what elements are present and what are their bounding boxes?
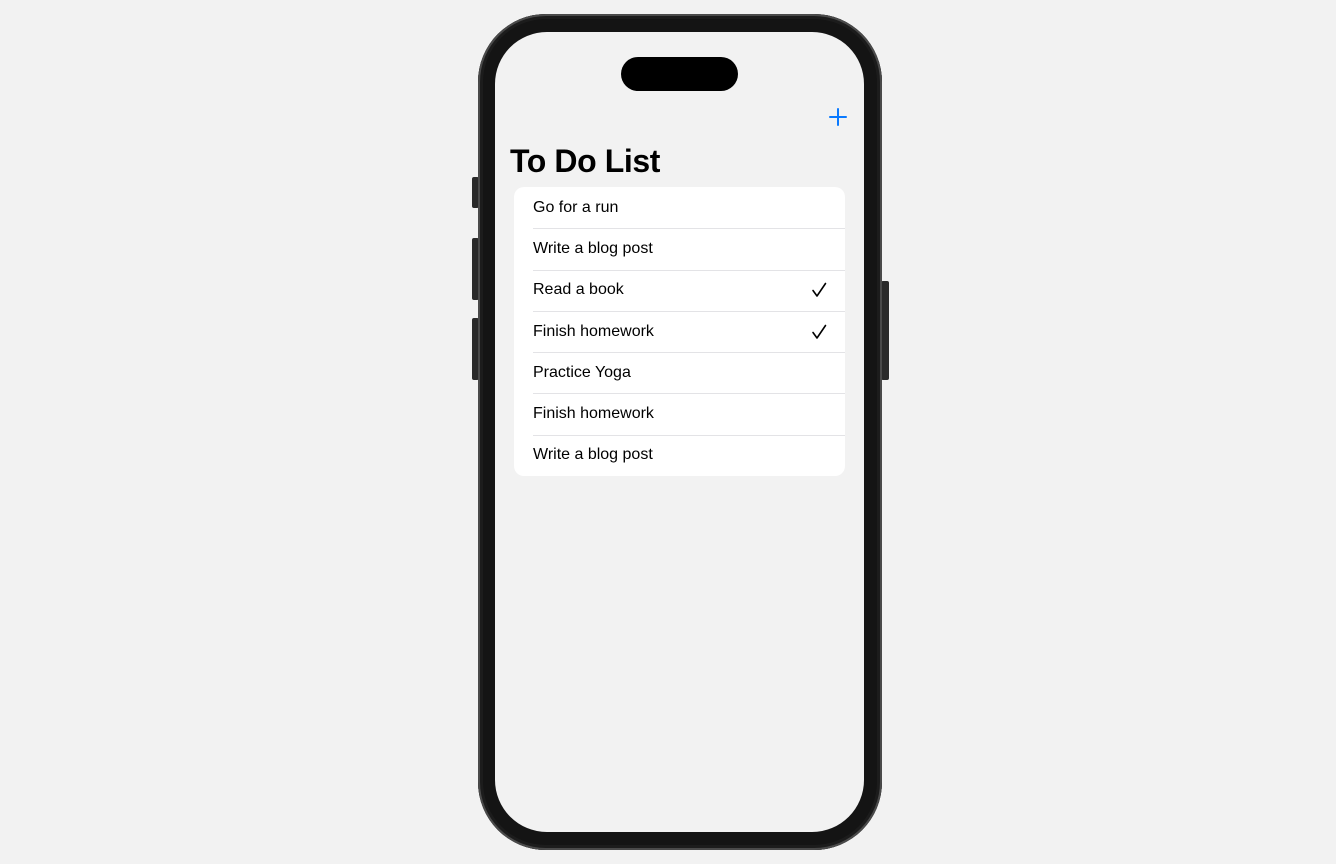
plus-icon [829, 108, 847, 126]
power-button [881, 281, 889, 380]
todo-item[interactable]: Go for a run [514, 187, 845, 228]
dynamic-island [621, 57, 738, 91]
todo-item[interactable]: Practice Yoga [514, 352, 845, 393]
todo-item-label: Finish homework [533, 405, 654, 423]
phone-frame: To Do List Go for a run Write a blog pos… [478, 14, 882, 850]
phone-screen: To Do List Go for a run Write a blog pos… [495, 32, 864, 832]
todo-item-label: Read a book [533, 281, 624, 299]
todo-list: Go for a run Write a blog post Read a bo… [514, 187, 845, 477]
todo-item-label: Write a blog post [533, 239, 653, 257]
todo-item-label: Go for a run [533, 198, 619, 216]
todo-item-label: Write a blog post [533, 446, 653, 464]
checkmark-icon [812, 282, 827, 298]
checkmark-icon [812, 324, 827, 339]
todo-item-label: Practice Yoga [533, 363, 631, 381]
todo-item[interactable]: Finish homework [514, 393, 845, 434]
todo-item[interactable]: Read a book [514, 269, 845, 311]
add-todo-button[interactable] [823, 102, 853, 132]
todo-item[interactable]: Write a blog post [514, 434, 845, 476]
todo-item[interactable]: Finish homework [514, 310, 845, 352]
todo-item-label: Finish homework [533, 322, 654, 340]
page-title: To Do List [510, 143, 661, 179]
todo-item[interactable]: Write a blog post [514, 228, 845, 269]
